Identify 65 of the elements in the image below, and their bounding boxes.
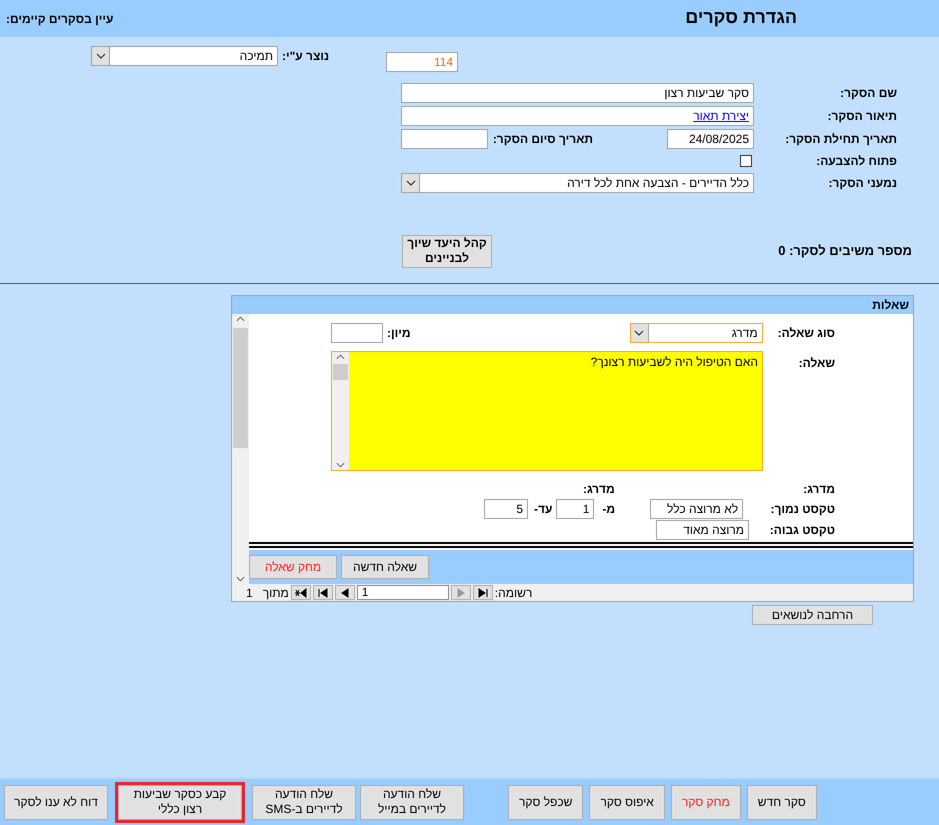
- scroll-down-icon[interactable]: [236, 576, 245, 582]
- scroll-thumb[interactable]: [333, 364, 348, 380]
- scrollbar[interactable]: [232, 314, 249, 584]
- scroll-down-icon[interactable]: [336, 462, 345, 468]
- next-record-button[interactable]: [334, 585, 355, 600]
- window-title: הגדרת סקרים: [685, 6, 797, 29]
- field-label: מדרג:: [583, 481, 615, 498]
- record-label: רשומה:: [494, 584, 532, 602]
- scale-to-field[interactable]: 5: [484, 498, 528, 518]
- field-label: פתוח להצבעה:: [816, 153, 897, 170]
- respondents-count: מספר משיבים לסקר: 0: [778, 242, 912, 260]
- scroll-up-icon[interactable]: [336, 354, 345, 360]
- field-label: נוצר ע"י:: [282, 48, 330, 65]
- scroll-thumb[interactable]: [233, 328, 248, 448]
- survey-name-field[interactable]: סקר שביעות רצון: [401, 83, 754, 103]
- scroll-up-icon[interactable]: [236, 316, 245, 322]
- field-label: מ-: [602, 500, 616, 518]
- start-date-field[interactable]: 24/08/2025: [667, 129, 754, 149]
- field-label: מדרג:: [803, 481, 835, 498]
- recipients-dropdown[interactable]: כלל הדיירים - הצבעה אחת לכל דירה: [401, 173, 754, 193]
- end-date-field[interactable]: [401, 129, 488, 149]
- new-record-button[interactable]: [290, 585, 311, 600]
- scale-from-field[interactable]: 1: [556, 498, 594, 518]
- field-label: טקסט גבוה:: [770, 522, 835, 538]
- field-label: סוג שאלה:: [778, 325, 835, 342]
- low-text-field[interactable]: לא מרוצה כלל: [650, 498, 744, 518]
- survey-action-button[interactable]: סקר חדש: [746, 784, 817, 820]
- high-text-field[interactable]: מרוצה מאוד: [656, 520, 749, 540]
- message-action-button[interactable]: שלח הודעה לדיירים ב-SMS: [252, 784, 356, 820]
- chevron-down-icon: [96, 53, 106, 59]
- description-field[interactable]: יצירת תאור: [401, 106, 754, 126]
- chevron-down-icon: [406, 180, 416, 186]
- field-label: תאריך סיום הסקר:: [493, 131, 593, 148]
- creator-dropdown[interactable]: תמיכה: [91, 46, 278, 66]
- field-label: תיאור הסקר:: [827, 108, 897, 125]
- field-label: נמעני הסקר:: [828, 175, 897, 192]
- field-label: טקסט נמוך:: [770, 500, 835, 518]
- new-record-icon: [294, 588, 307, 598]
- survey-action-button[interactable]: שכפל סקר: [508, 784, 584, 820]
- last-record-button[interactable]: [312, 585, 333, 600]
- field-label: מיון:: [387, 325, 411, 342]
- question-type-dropdown[interactable]: מדרג: [630, 323, 763, 343]
- question-text-area[interactable]: האם הטיפול היה לשביעות רצונך?: [331, 351, 763, 471]
- panel-title: שאלות: [872, 297, 909, 314]
- field-label: שם הסקר:: [840, 85, 897, 102]
- voting-checkbox[interactable]: [740, 155, 752, 167]
- expand-topics-button[interactable]: הרחבה לנושאים: [752, 605, 873, 625]
- survey-action-button[interactable]: איפוס סקר: [589, 784, 665, 820]
- field-label: תאריך תחילת הסקר:: [785, 131, 897, 148]
- chevron-down-icon: [634, 330, 644, 336]
- triangle-icon: [338, 588, 351, 598]
- browse-label: עיין בסקרים קיימים:: [6, 11, 114, 28]
- message-action-button[interactable]: דוח לא ענו לסקר: [4, 784, 108, 820]
- sort-field[interactable]: [331, 323, 383, 343]
- field-label: שאלה:: [798, 355, 835, 372]
- skip-icon: [316, 588, 329, 598]
- triangle-icon: [454, 588, 467, 598]
- new-question-button[interactable]: שאלה חדשה: [341, 555, 429, 579]
- skip-icon: [476, 588, 489, 598]
- record-number-field[interactable]: 1: [356, 585, 449, 600]
- first-record-button[interactable]: [472, 585, 493, 600]
- field-label: עד-: [534, 500, 552, 518]
- create-description-link[interactable]: יצירת תאור: [693, 109, 749, 123]
- message-action-button[interactable]: שלח הודעה לדיירים במייל: [360, 784, 464, 820]
- audience-button[interactable]: קהל היעד שיוך לבניינים: [402, 234, 492, 268]
